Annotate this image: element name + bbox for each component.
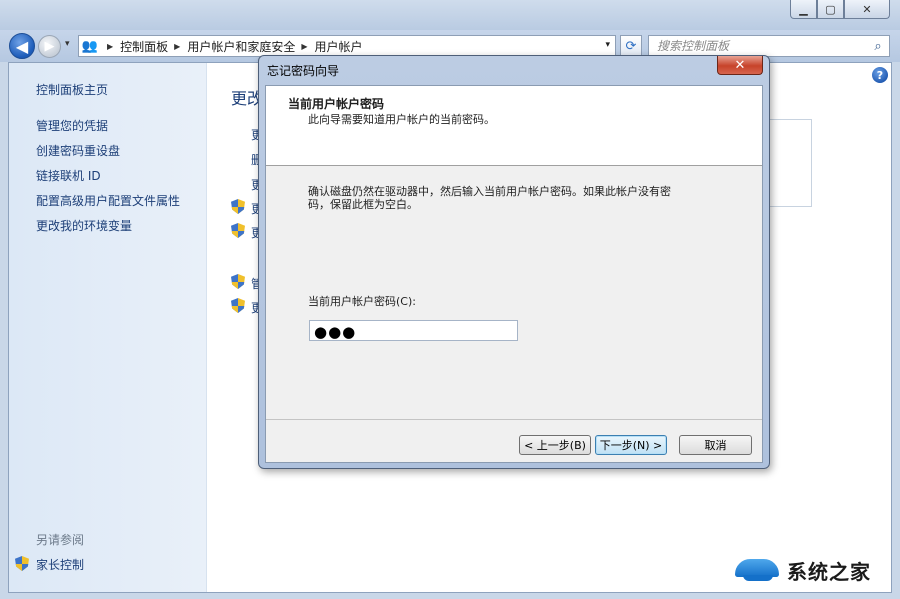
wizard-header-subtitle: 此向导需要知道用户帐户的当前密码。 (308, 113, 495, 126)
watermark-text: 系统之家 (787, 559, 871, 584)
parental-controls-link[interactable]: 家长控制 (36, 556, 84, 573)
sidebar-item-manage-credentials[interactable]: 管理您的凭据 (36, 117, 108, 134)
maximize-icon: ▢ (825, 2, 836, 16)
shield-icon (231, 298, 245, 313)
maximize-button[interactable]: ▢ (817, 0, 844, 19)
watermark-logo-icon (735, 557, 781, 583)
forgotten-password-wizard-dialog: 忘记密码向导 ✕ 当前用户帐户密码 此向导需要知道用户帐户的当前密码。 确认磁盘… (258, 55, 770, 469)
arrow-right-icon: ▶ (44, 39, 55, 54)
shield-icon (15, 556, 29, 571)
breadcrumb-control-panel[interactable]: 控制面板 (120, 38, 168, 55)
breadcrumb-separator-icon[interactable]: ▶ (101, 42, 120, 51)
sidebar: 控制面板主页 管理您的凭据 创建密码重设盘 链接联机 ID 配置高级用户配置文件… (9, 63, 207, 592)
next-step-button[interactable]: 下一步(N) > (595, 435, 667, 455)
watermark: 系统之家 (735, 552, 893, 588)
address-bar[interactable]: 👥 ▶ 控制面板 ▶ 用户帐户和家庭安全 ▶ 用户帐户 ▾ (78, 35, 616, 57)
window-titlebar: ▁ ▢ ✕ (0, 0, 900, 30)
breadcrumb-user-accounts-family[interactable]: 用户帐户和家庭安全 (187, 38, 295, 55)
close-window-button[interactable]: ✕ (844, 0, 890, 19)
shield-icon (231, 223, 245, 238)
breadcrumb-user-accounts[interactable]: 用户帐户 (315, 38, 363, 55)
back-button[interactable]: ◀ (9, 33, 35, 59)
search-icon[interactable]: ⌕ (867, 39, 889, 54)
help-button[interactable]: ? (872, 67, 888, 83)
dialog-close-button[interactable]: ✕ (717, 56, 763, 75)
wizard-header-title: 当前用户帐户密码 (288, 97, 385, 111)
breadcrumb-separator-icon[interactable]: ▶ (168, 42, 187, 51)
refresh-button[interactable]: ⟳ (620, 35, 642, 57)
account-panel (769, 119, 812, 207)
wizard-header: 当前用户帐户密码 此向导需要知道用户帐户的当前密码。 (266, 86, 762, 166)
back-step-button[interactable]: < 上一步(B) (519, 435, 591, 455)
breadcrumb-separator-icon[interactable]: ▶ (295, 42, 314, 51)
search-box: ⌕ (648, 35, 890, 57)
arrow-left-icon: ◀ (15, 36, 29, 56)
dialog-title: 忘记密码向导 (267, 64, 340, 78)
shield-icon (231, 274, 245, 289)
caption-buttons: ▁ ▢ ✕ (790, 0, 890, 19)
sidebar-item-link-online-id[interactable]: 链接联机 ID (36, 167, 101, 184)
forward-button[interactable]: ▶ (38, 35, 61, 58)
sidebar-home-link[interactable]: 控制面板主页 (36, 81, 108, 98)
close-icon: ✕ (862, 2, 872, 16)
dialog-body: 当前用户帐户密码 此向导需要知道用户帐户的当前密码。 确认磁盘仍然在驱动器中，然… (265, 85, 763, 463)
password-label: 当前用户帐户密码(C): (308, 295, 416, 308)
minimize-button[interactable]: ▁ (790, 0, 817, 19)
wizard-footer: < 上一步(B) 下一步(N) > 取消 (266, 419, 762, 464)
password-field[interactable]: ●●● (309, 320, 518, 341)
chevron-down-icon: ▾ (65, 39, 70, 49)
minimize-icon: ▁ (799, 2, 808, 16)
wizard-description: 确认磁盘仍然在驱动器中，然后输入当前用户帐户密码。如果此帐户没有密码，保留此框为… (308, 185, 671, 211)
history-dropdown[interactable]: ▾ (65, 39, 70, 49)
close-icon: ✕ (734, 57, 746, 73)
refresh-icon: ⟳ (625, 38, 637, 54)
see-also-heading: 另请参阅 (36, 533, 85, 547)
sidebar-item-create-reset-disk[interactable]: 创建密码重设盘 (36, 142, 120, 159)
cancel-button[interactable]: 取消 (679, 435, 752, 455)
shield-icon (231, 199, 245, 214)
help-icon: ? (876, 68, 884, 82)
address-dropdown-icon[interactable]: ▾ (605, 40, 610, 50)
sidebar-item-env-variables[interactable]: 更改我的环境变量 (36, 217, 132, 234)
control-panel-icon: 👥 (81, 38, 99, 54)
sidebar-item-advanced-profile[interactable]: 配置高级用户配置文件属性 (36, 192, 180, 209)
search-input[interactable] (649, 37, 867, 55)
